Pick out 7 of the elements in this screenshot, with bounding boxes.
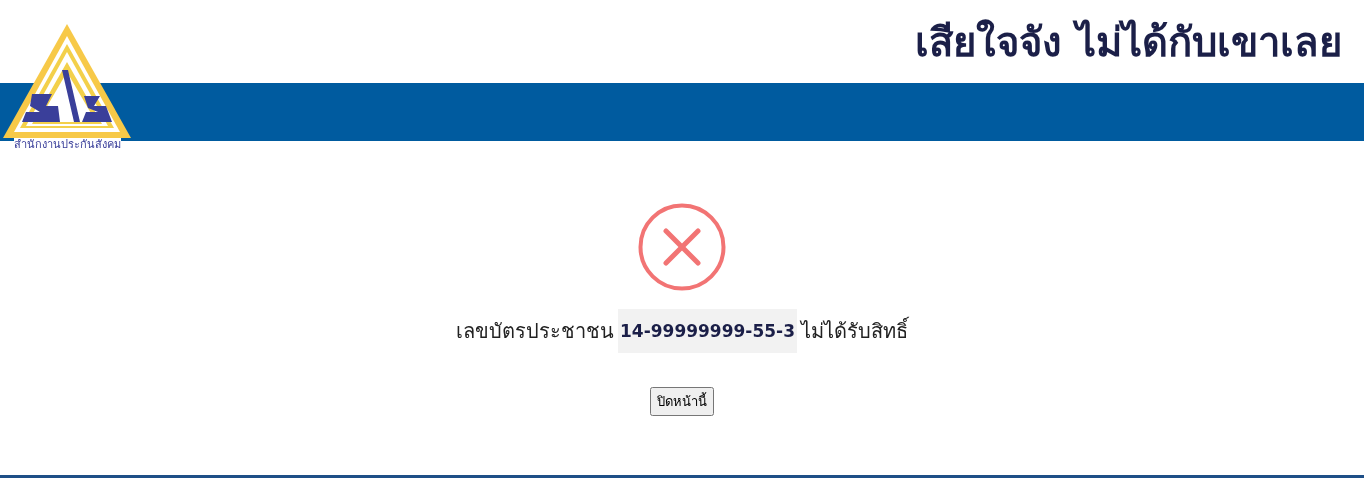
page-headline: เสียใจจัง ไม่ได้กับเขาเลย — [915, 17, 1342, 67]
message-text: ไม่ได้รับสิทธิ์ — [800, 315, 908, 347]
id-number: 14-99999999-55-3 — [618, 309, 797, 353]
message-text: เลขบัตรประชาชน — [456, 318, 614, 345]
close-page-button[interactable]: ปิดหน้านี้ — [650, 387, 714, 416]
triangle-logo-icon — [2, 22, 132, 138]
error-icon — [638, 203, 726, 291]
